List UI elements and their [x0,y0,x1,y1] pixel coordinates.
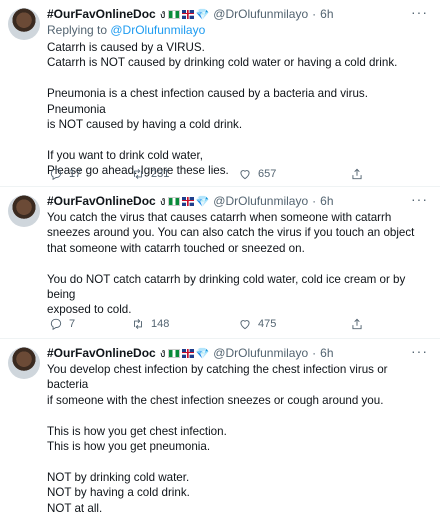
separator-dot: · [312,7,317,21]
tweet-time[interactable]: 6h [320,194,333,208]
retweet-icon [134,169,142,179]
avatar[interactable] [8,195,40,227]
tweet-time[interactable]: 6h [320,346,333,360]
like-icon [240,170,250,180]
replying-to: Replying to @DrOlufunmilayo [47,23,205,37]
reply-button[interactable]: 17 [49,167,81,181]
like-icon [240,320,250,330]
name-badges: ง 💎 [160,344,210,363]
tweet-line: NOT by drinking cold water. [47,470,190,484]
retweet-count: 148 [151,318,170,330]
replying-to-label: Replying to [47,23,111,37]
tweet-actions: 17 231 657 [47,167,428,183]
avatar[interactable] [8,8,40,40]
tweet-line: You do NOT catch catarrh by drinking col… [47,272,406,302]
tweet-2[interactable]: #OurFavOnlineDoc ง 💎 @DrOlufunmilayo · 6… [0,187,440,339]
more-icon[interactable]: ··· [411,343,428,359]
reply-count: 17 [69,168,82,180]
tweet-line: You catch the virus that causes catarrh … [47,211,392,224]
avatar[interactable] [8,347,40,379]
diamond-icon: 💎 [195,8,210,21]
diamond-icon: 💎 [195,195,210,208]
tweet-text: You catch the virus that causes catarrh … [47,210,428,318]
like-button[interactable]: 657 [238,167,276,181]
script-badge: ง [159,345,166,360]
author-name[interactable]: #OurFavOnlineDoc [47,346,156,360]
more-icon[interactable]: ··· [411,4,428,20]
share-icon [352,318,362,330]
author-handle[interactable]: @DrOlufunmilayo [213,346,308,360]
retweet-count: 231 [151,168,170,180]
tweet-line: Catarrh is caused by a VIRUS. [47,41,205,54]
uk-flag-icon [181,196,194,206]
tweet-line: NOT by having a cold drink. [47,486,190,500]
tweet-text: Catarrh is caused by a VIRUS. Catarrh is… [47,40,428,179]
separator-dot: · [312,194,317,208]
tweet-header: #OurFavOnlineDoc ง 💎 @DrOlufunmilayo · 6… [47,4,430,24]
tweet-actions: 7 148 475 [47,317,428,333]
uk-flag-icon [181,9,194,19]
name-badges: ง 💎 [160,192,210,211]
uk-flag-icon [181,348,194,358]
separator-dot: · [312,346,317,360]
retweet-icon [134,319,142,329]
more-icon[interactable]: ··· [411,191,428,207]
tweet-1[interactable]: #OurFavOnlineDoc ง 💎 @DrOlufunmilayo · 6… [0,0,440,187]
author-name[interactable]: #OurFavOnlineDoc [47,194,156,208]
tweet-line: This is how you get chest infection. [47,424,227,438]
tweet-header: #OurFavOnlineDoc ง 💎 @DrOlufunmilayo · 6… [47,343,430,363]
tweet-line: Pneumonia is a chest infection caused by… [47,87,368,116]
author-name[interactable]: #OurFavOnlineDoc [47,7,156,21]
nigeria-flag-icon [167,348,180,358]
author-handle[interactable]: @DrOlufunmilayo [213,7,308,21]
tweet-text: You develop chest infection by catching … [47,362,428,516]
reply-count: 7 [69,318,76,330]
tweet-line: if someone with the chest infection snee… [47,393,384,407]
nigeria-flag-icon [167,9,180,19]
share-icon [352,168,362,180]
script-badge: ง [159,6,166,21]
share-button[interactable] [350,167,364,181]
like-count: 475 [258,318,277,330]
author-handle[interactable]: @DrOlufunmilayo [213,194,308,208]
diamond-icon: 💎 [195,347,210,360]
tweet-line: Catarrh is NOT caused by drinking cold w… [47,56,398,70]
like-button[interactable]: 475 [238,317,276,331]
tweet-time[interactable]: 6h [320,7,333,21]
script-badge: ง [159,193,166,208]
retweet-button[interactable]: 148 [131,317,169,331]
tweet-line: If you want to drink cold water, [47,148,203,162]
tweet-line: NOT at all. [47,501,103,515]
like-count: 657 [258,168,277,180]
tweet-line: This is how you get pneumonia. [47,440,211,454]
tweet-3[interactable]: #OurFavOnlineDoc ง 💎 @DrOlufunmilayo · 6… [0,339,440,515]
name-badges: ง 💎 [160,5,210,24]
retweet-button[interactable]: 231 [131,167,169,181]
tweet-line: that someone with catarrh touched or sne… [47,241,305,255]
tweet-line: is NOT caused by having a cold drink. [47,118,243,132]
replying-to-user[interactable]: @DrOlufunmilayo [110,23,205,37]
nigeria-flag-icon [167,196,180,206]
share-button[interactable] [350,317,364,331]
reply-icon [50,318,62,331]
tweet-header: #OurFavOnlineDoc ง 💎 @DrOlufunmilayo · 6… [47,191,430,211]
reply-button[interactable]: 7 [49,317,75,331]
reply-icon [50,168,62,181]
tweet-line: exposed to cold. [47,303,132,317]
tweet-line: sneezes around you. You can also catch t… [47,226,415,240]
tweet-line: You develop chest infection by catching … [47,363,388,392]
